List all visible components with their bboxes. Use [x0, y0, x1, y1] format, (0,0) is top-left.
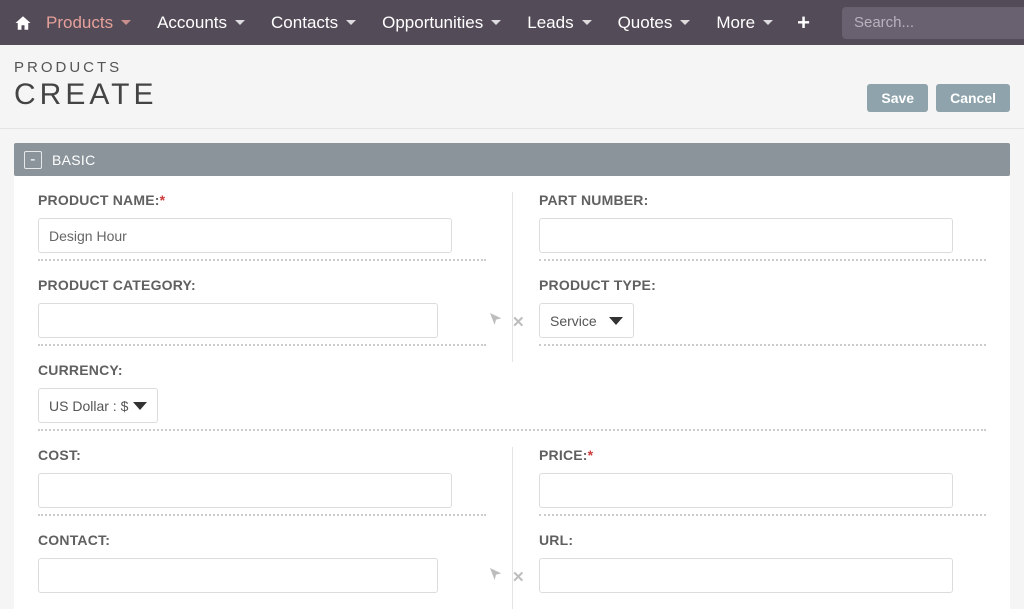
- currency-select[interactable]: US Dollar : $: [38, 388, 158, 423]
- basic-panel: - BASIC PRODUCT NAME:* PART NUMBER:: [14, 143, 1010, 609]
- chevron-down-icon: [582, 20, 592, 25]
- currency-label: CURRENCY:: [38, 362, 986, 378]
- search-input[interactable]: [854, 14, 1024, 31]
- nav-label: Opportunities: [382, 13, 483, 33]
- nav-accounts[interactable]: Accounts: [145, 0, 257, 45]
- nav-contacts[interactable]: Contacts: [259, 0, 368, 45]
- nav-leads[interactable]: Leads: [515, 0, 603, 45]
- topnav: Products Accounts Contacts Opportunities…: [0, 0, 1024, 45]
- nav-add-button[interactable]: +: [787, 0, 820, 45]
- nav-label: More: [716, 13, 755, 33]
- part-number-label: PART NUMBER:: [539, 192, 986, 208]
- chevron-down-icon: [680, 20, 690, 25]
- nav-products[interactable]: Products: [34, 0, 143, 45]
- save-button[interactable]: Save: [867, 84, 928, 112]
- panel-header: - BASIC: [14, 143, 1010, 176]
- url-label: URL:: [539, 532, 986, 548]
- product-name-label: PRODUCT NAME:*: [38, 192, 486, 208]
- contact-label: CONTACT:: [38, 532, 486, 548]
- page-header: PRODUCTS CREATE Save Cancel: [0, 45, 1024, 129]
- chevron-down-icon: [133, 402, 147, 410]
- chevron-down-icon: [491, 20, 501, 25]
- nav-label: Quotes: [618, 13, 673, 33]
- panel-title: BASIC: [52, 152, 96, 168]
- home-button[interactable]: [14, 0, 32, 45]
- product-category-input[interactable]: [38, 303, 438, 338]
- product-name-input[interactable]: [38, 218, 452, 253]
- part-number-input[interactable]: [539, 218, 953, 253]
- url-input[interactable]: [539, 558, 953, 593]
- select-value: Service: [550, 313, 597, 329]
- contact-input[interactable]: [38, 558, 438, 593]
- chevron-down-icon: [121, 20, 131, 25]
- nav-label: Leads: [527, 13, 573, 33]
- product-type-select[interactable]: Service: [539, 303, 634, 338]
- chevron-down-icon: [609, 317, 623, 325]
- picker-icon[interactable]: [488, 311, 504, 332]
- chevron-down-icon: [235, 20, 245, 25]
- nav-label: Products: [46, 13, 113, 33]
- page-title: CREATE: [14, 78, 157, 112]
- picker-icon[interactable]: [488, 566, 504, 587]
- select-value: US Dollar : $: [49, 398, 128, 414]
- nav-more[interactable]: More: [704, 0, 785, 45]
- cost-input[interactable]: [38, 473, 452, 508]
- product-category-label: PRODUCT CATEGORY:: [38, 277, 486, 293]
- product-type-label: PRODUCT TYPE:: [539, 277, 986, 293]
- cost-label: COST:: [38, 447, 486, 463]
- collapse-toggle[interactable]: -: [24, 151, 42, 169]
- price-input[interactable]: [539, 473, 953, 508]
- nav-opportunities[interactable]: Opportunities: [370, 0, 513, 45]
- price-label: PRICE:*: [539, 447, 986, 463]
- nav-label: Contacts: [271, 13, 338, 33]
- nav-quotes[interactable]: Quotes: [606, 0, 703, 45]
- chevron-down-icon: [346, 20, 356, 25]
- breadcrumb: PRODUCTS: [14, 59, 157, 76]
- cancel-button[interactable]: Cancel: [936, 84, 1010, 112]
- nav-label: Accounts: [157, 13, 227, 33]
- search-input-wrapper[interactable]: [842, 7, 1024, 39]
- chevron-down-icon: [763, 20, 773, 25]
